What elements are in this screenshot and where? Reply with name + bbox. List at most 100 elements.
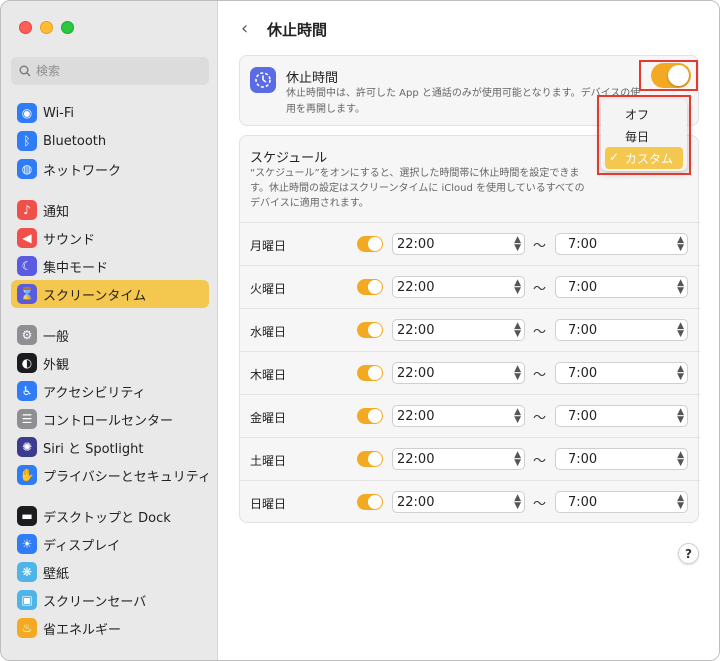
end-time-stepper[interactable]: 7:00 ▲ ▼ (555, 319, 688, 341)
back-chevron-icon[interactable]: ‹ (241, 18, 248, 39)
sidebar-item-17[interactable]: ♨ 省エネルギー (11, 614, 209, 642)
minimize-button[interactable] (40, 21, 53, 34)
sidebar-list: ◉ Wi-Fi ᛒ Bluetooth ◍ ネットワーク ♪ 通知 ◀ サウンド ☾ 集中モード ⌛ スク… (11, 99, 211, 642)
control-center-icon: ☰ (17, 409, 37, 429)
end-time-value: 7:00 (568, 236, 598, 252)
start-time-stepper[interactable]: 22:00 ▲ ▼ (392, 405, 525, 427)
day-toggle[interactable] (357, 451, 383, 467)
sidebar-item-11[interactable]: ✺ Siri と Spotlight (11, 433, 209, 461)
stepper-arrows-icon[interactable]: ▲ ▼ (677, 494, 684, 511)
start-time-value: 22:00 (397, 322, 435, 338)
stepper-arrows-icon[interactable]: ▲ ▼ (514, 236, 521, 253)
downtime-toggle[interactable] (651, 63, 691, 88)
sidebar-item-15[interactable]: ❋ 壁紙 (11, 558, 209, 586)
downtime-icon (250, 67, 276, 93)
hourglass-icon: ⌛ (17, 284, 37, 304)
sidebar-item-12[interactable]: ✋ プライバシーとセキュリティ (11, 461, 211, 489)
schedule-row: 月曜日 22:00 ▲ ▼ 〜 7:00 ▲ ▼ (240, 222, 700, 265)
settings-window: ◉ Wi-Fi ᛒ Bluetooth ◍ ネットワーク ♪ 通知 ◀ サウンド ☾ 集中モード ⌛ スク… (0, 0, 720, 661)
sidebar-item-7[interactable]: ⚙ 一般 (11, 321, 209, 349)
end-time-value: 7:00 (568, 451, 598, 467)
start-time-stepper[interactable]: 22:00 ▲ ▼ (392, 362, 525, 384)
end-time-stepper[interactable]: 7:00 ▲ ▼ (555, 233, 688, 255)
start-time-stepper[interactable]: 22:00 ▲ ▼ (392, 448, 525, 470)
sidebar-item-1[interactable]: ᛒ Bluetooth (11, 127, 209, 155)
sidebar-item-3[interactable]: ♪ 通知 (11, 196, 209, 224)
stepper-arrows-icon[interactable]: ▲ ▼ (677, 365, 684, 382)
end-time-stepper[interactable]: 7:00 ▲ ▼ (555, 276, 688, 298)
day-label: 木曜日 (250, 368, 287, 382)
end-time-stepper[interactable]: 7:00 ▲ ▼ (555, 491, 688, 513)
sidebar-item-10[interactable]: ☰ コントロールセンター (11, 405, 209, 433)
sidebar-item-label: 外観 (43, 357, 70, 373)
sidebar-item-9[interactable]: ♿ アクセシビリティ (11, 377, 209, 405)
start-time-value: 22:00 (397, 494, 435, 510)
sidebar-item-2[interactable]: ◍ ネットワーク (11, 155, 209, 183)
end-time-value: 7:00 (568, 408, 598, 424)
stepper-arrows-icon[interactable]: ▲ ▼ (677, 236, 684, 253)
schedule-row: 土曜日 22:00 ▲ ▼ 〜 7:00 ▲ ▼ (240, 437, 700, 480)
stepper-arrows-icon[interactable]: ▲ ▼ (514, 279, 521, 296)
day-toggle[interactable] (357, 494, 383, 510)
sidebar-item-label: サウンド (43, 232, 96, 248)
stepper-arrows-icon[interactable]: ▲ ▼ (514, 451, 521, 468)
zoom-button[interactable] (61, 21, 74, 34)
page-title: 休止時間 (267, 21, 328, 39)
day-label: 月曜日 (250, 239, 287, 253)
time-separator: 〜 (533, 368, 547, 383)
wallpaper-icon: ❋ (17, 562, 37, 582)
bell-icon: ♪ (17, 200, 37, 220)
start-time-stepper[interactable]: 22:00 ▲ ▼ (392, 276, 525, 298)
sidebar-item-4[interactable]: ◀ サウンド (11, 224, 209, 252)
sidebar-item-13[interactable]: ▬ デスクトップと Dock (11, 502, 209, 530)
sidebar-item-5[interactable]: ☾ 集中モード (11, 252, 209, 280)
wifi-icon: ◉ (17, 103, 37, 123)
stepper-arrows-icon[interactable]: ▲ ▼ (677, 408, 684, 425)
help-button[interactable]: ? (678, 543, 699, 564)
bluetooth-icon: ᛒ (17, 131, 37, 151)
sidebar-item-16[interactable]: ▣ スクリーンセーバ (11, 586, 209, 614)
stepper-arrows-icon[interactable]: ▲ ▼ (514, 322, 521, 339)
start-time-stepper[interactable]: 22:00 ▲ ▼ (392, 233, 525, 255)
start-time-stepper[interactable]: 22:00 ▲ ▼ (392, 319, 525, 341)
sidebar-item-0[interactable]: ◉ Wi-Fi (11, 99, 209, 127)
search-field[interactable] (11, 57, 209, 85)
globe-icon: ◍ (17, 159, 37, 179)
sidebar-item-label: スクリーンタイム (43, 288, 147, 304)
sidebar-item-6[interactable]: ⌛ スクリーンタイム (11, 280, 209, 308)
close-button[interactable] (19, 21, 32, 34)
end-time-stepper[interactable]: 7:00 ▲ ▼ (555, 405, 688, 427)
time-separator: 〜 (533, 411, 547, 426)
sidebar-item-8[interactable]: ◐ 外観 (11, 349, 209, 377)
screensaver-icon: ▣ (17, 590, 37, 610)
speaker-icon: ◀ (17, 228, 37, 248)
sidebar-item-label: 壁紙 (43, 566, 70, 582)
day-toggle[interactable] (357, 236, 383, 252)
stepper-arrows-icon[interactable]: ▲ ▼ (514, 365, 521, 382)
end-time-stepper[interactable]: 7:00 ▲ ▼ (555, 448, 688, 470)
stepper-arrows-icon[interactable]: ▲ ▼ (514, 494, 521, 511)
day-toggle[interactable] (357, 365, 383, 381)
sidebar-item-label: ネットワーク (43, 163, 122, 179)
appearance-icon: ◐ (17, 353, 37, 373)
search-input[interactable] (36, 64, 196, 78)
day-label: 火曜日 (250, 282, 287, 296)
start-time-value: 22:00 (397, 236, 435, 252)
accessibility-icon: ♿ (17, 381, 37, 401)
sidebar-item-14[interactable]: ☀ ディスプレイ (11, 530, 209, 558)
day-label: 土曜日 (250, 454, 287, 468)
start-time-stepper[interactable]: 22:00 ▲ ▼ (392, 491, 525, 513)
day-toggle[interactable] (357, 408, 383, 424)
end-time-stepper[interactable]: 7:00 ▲ ▼ (555, 362, 688, 384)
stepper-arrows-icon[interactable]: ▲ ▼ (677, 451, 684, 468)
start-time-value: 22:00 (397, 408, 435, 424)
hand-icon: ✋ (17, 465, 37, 485)
end-time-value: 7:00 (568, 494, 598, 510)
bulb-icon: ♨ (17, 618, 37, 638)
day-toggle[interactable] (357, 279, 383, 295)
day-toggle[interactable] (357, 322, 383, 338)
stepper-arrows-icon[interactable]: ▲ ▼ (677, 279, 684, 296)
stepper-arrows-icon[interactable]: ▲ ▼ (677, 322, 684, 339)
schedule-description: “スケジュール”をオンにすると、選択した時間帯に休止時間を設定できます。休止時間… (250, 168, 585, 209)
stepper-arrows-icon[interactable]: ▲ ▼ (514, 408, 521, 425)
